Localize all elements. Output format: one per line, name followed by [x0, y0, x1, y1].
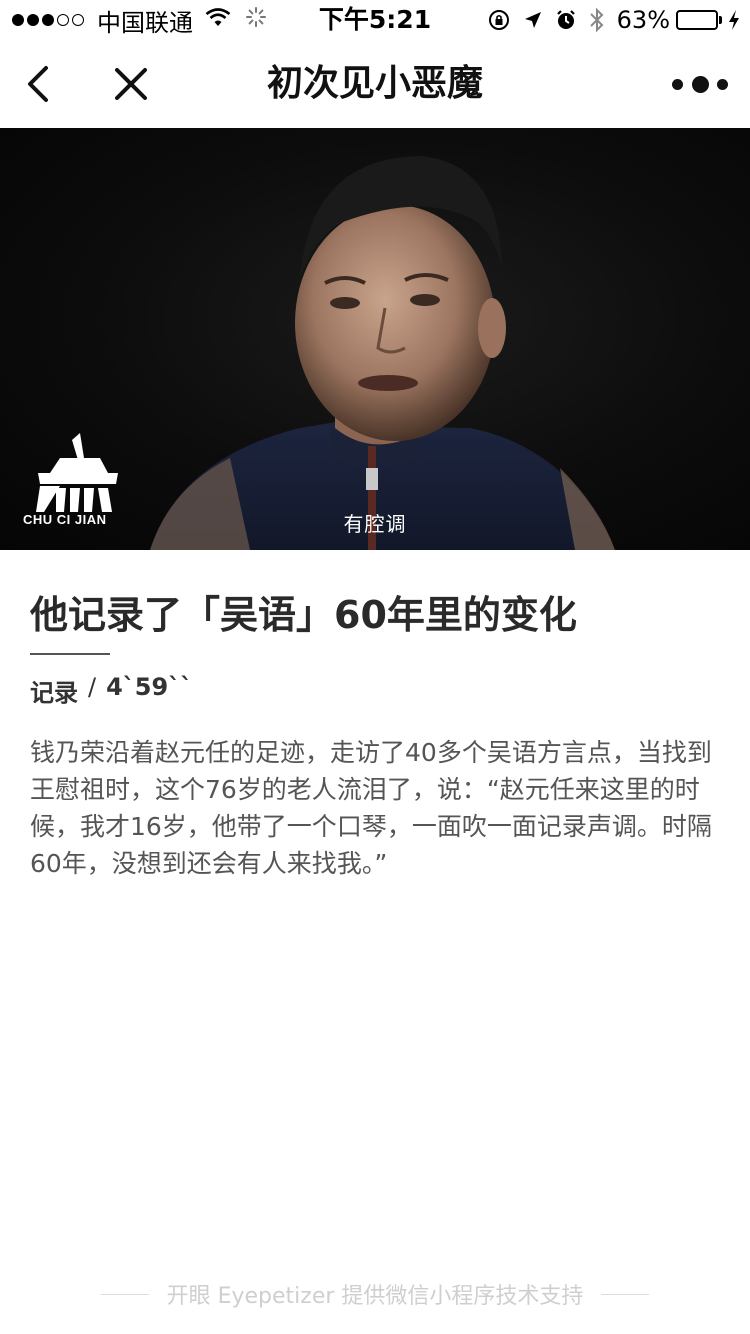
charging-bolt-icon: [728, 9, 740, 31]
footer-line-left: [100, 1293, 149, 1295]
bluetooth-icon: [589, 7, 605, 33]
status-left: 中国联通: [12, 0, 267, 40]
loading-spinner-icon: [245, 6, 267, 34]
battery-percent: 63%: [616, 6, 670, 34]
title-divider: [30, 653, 110, 655]
battery-icon: [676, 10, 722, 30]
status-right: 63%: [475, 0, 740, 40]
more-dots-icon: [672, 78, 683, 90]
back-button[interactable]: [18, 60, 58, 108]
meta-separator: /: [88, 673, 97, 701]
article-title: 他记录了「吴语」60年里的变化: [30, 593, 577, 637]
signal-strength-icon: [12, 14, 87, 26]
footer-line-right: [601, 1293, 650, 1295]
footer: 开眼 Eyepetizer 提供微信小程序技术支持: [0, 1278, 750, 1310]
carrier-name: 中国联通: [97, 8, 193, 37]
more-button[interactable]: [672, 64, 728, 104]
article-description: 钱乃荣沿着赵元任的足迹，走访了40多个吴语方言点，当找到王慰祖时，这个76岁的老…: [30, 738, 712, 878]
chevron-left-icon: [28, 66, 48, 102]
article-meta: 记录 / 4`59``: [30, 673, 192, 708]
close-icon: [115, 68, 147, 100]
video-subtitle: 有腔调: [343, 512, 407, 536]
location-arrow-icon: [523, 10, 543, 30]
wifi-icon: [205, 6, 231, 34]
footer-text: 开眼 Eyepetizer 提供微信小程序技术支持: [166, 1284, 584, 1309]
category-label: 记录: [30, 679, 78, 707]
nav-bar: 初次见小恶魔: [0, 40, 750, 128]
status-bar: 中国联通 下午5:21 63%: [0, 0, 750, 40]
brand-logo-icon: [36, 433, 118, 512]
close-button[interactable]: [108, 60, 154, 108]
video-player[interactable]: CHU CI JIAN 有腔调: [0, 128, 750, 550]
mini-program-page: 中国联通 下午5:21 63% 初次见小恶魔 CHU CI JIAN 有腔调 他…: [0, 0, 750, 1334]
duration-label: 4`59``: [106, 673, 193, 701]
rotation-lock-icon: [487, 8, 511, 32]
video-frame-image: [36, 156, 615, 550]
alarm-icon: [555, 9, 577, 31]
